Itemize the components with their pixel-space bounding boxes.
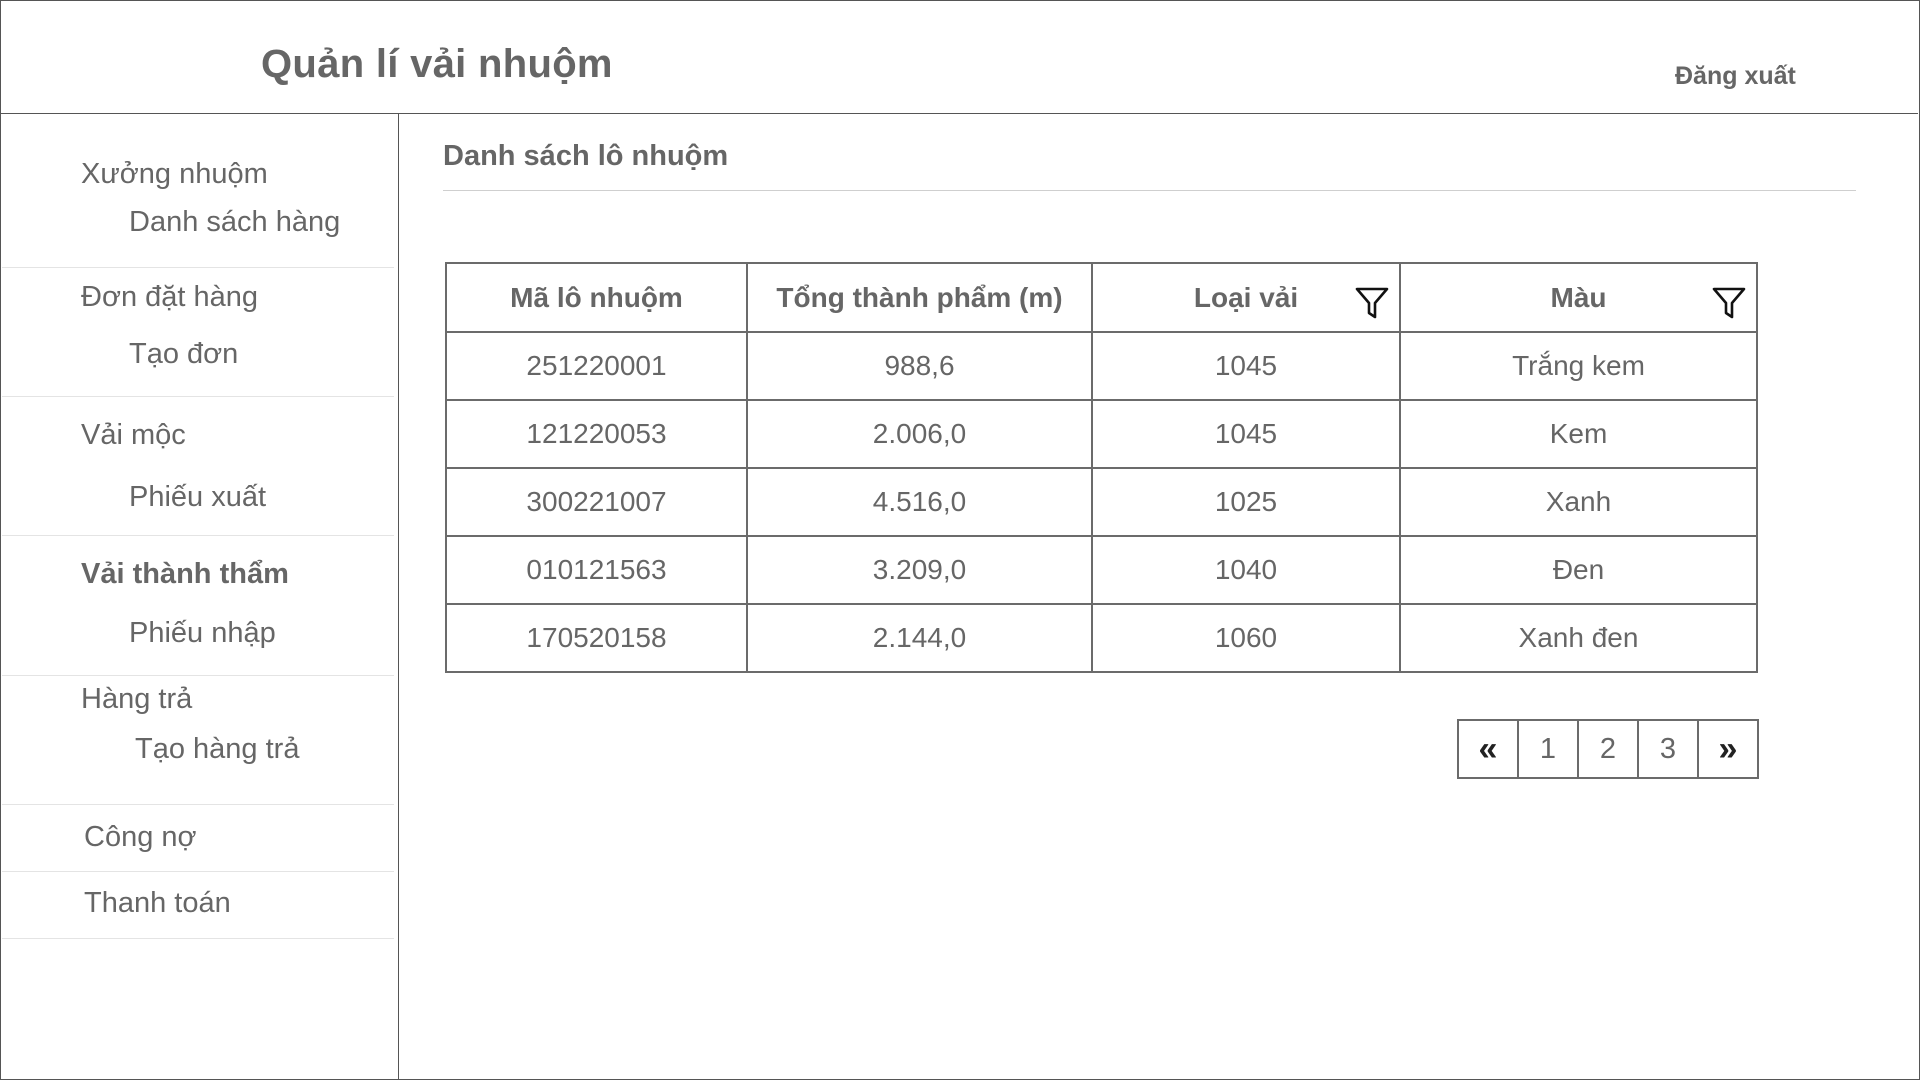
sidebar-subitem-danh-sach-hang[interactable]: Danh sách hàng — [129, 206, 340, 239]
table-row[interactable]: 010121563 3.209,0 1040 Đen — [445, 535, 1758, 605]
cell-ma-lo: 251220001 — [445, 331, 748, 401]
main-content: Danh sách lô nhuộm Mã lô nhuộm Tổng thàn… — [400, 114, 1918, 1080]
sidebar-group-vai-moc: Vải mộc Phiếu xuất — [2, 397, 394, 536]
app-title: Quản lí vải nhuộm — [261, 42, 613, 86]
page-3-button[interactable]: 3 — [1637, 721, 1697, 777]
sidebar-item-thanh-toan[interactable]: Thanh toán — [84, 887, 231, 920]
cell-ma-lo: 010121563 — [445, 535, 748, 605]
sidebar: Xưởng nhuộm Danh sách hàng Đơn đặt hàng … — [0, 114, 399, 1080]
sidebar-item-vai-moc[interactable]: Vải mộc — [81, 419, 186, 452]
column-header-tong-thanh-pham: Tổng thành phẩm (m) — [746, 262, 1093, 333]
table-header-row: Mã lô nhuộm Tổng thành phẩm (m) Loại vải… — [445, 262, 1758, 333]
cell-tong-thanh-pham: 2.006,0 — [746, 399, 1093, 469]
table-row[interactable]: 300221007 4.516,0 1025 Xanh — [445, 467, 1758, 537]
cell-mau: Xanh đen — [1399, 603, 1758, 673]
sidebar-subitem-tao-hang-tra[interactable]: Tạo hàng trả — [135, 733, 299, 766]
cell-loai-vai: 1025 — [1091, 467, 1401, 537]
sidebar-group-hang-tra: Hàng trả Tạo hàng trả — [2, 676, 394, 805]
sidebar-group-xuong-nhuom: Xưởng nhuộm Danh sách hàng — [2, 114, 394, 268]
column-header-ma-lo-nhuom: Mã lô nhuộm — [445, 262, 748, 333]
section-divider — [443, 190, 1856, 191]
cell-loai-vai: 1045 — [1091, 331, 1401, 401]
sidebar-subitem-phieu-nhap[interactable]: Phiếu nhập — [129, 617, 276, 650]
sidebar-group-cong-no: Công nợ — [2, 805, 394, 872]
column-header-label: Màu — [1550, 281, 1607, 313]
cell-tong-thanh-pham: 988,6 — [746, 331, 1093, 401]
cell-mau: Kem — [1399, 399, 1758, 469]
table-row[interactable]: 121220053 2.006,0 1045 Kem — [445, 399, 1758, 469]
logout-link[interactable]: Đăng xuất — [1675, 62, 1796, 91]
cell-tong-thanh-pham: 4.516,0 — [746, 467, 1093, 537]
sidebar-item-hang-tra[interactable]: Hàng trả — [81, 683, 192, 716]
filter-icon[interactable] — [1712, 286, 1746, 320]
cell-ma-lo: 300221007 — [445, 467, 748, 537]
pagination: « 1 2 3 » — [1457, 719, 1759, 779]
sidebar-item-don-dat-hang[interactable]: Đơn đặt hàng — [81, 281, 258, 314]
sidebar-subitem-phieu-xuat[interactable]: Phiếu xuất — [129, 481, 266, 514]
column-header-label: Tổng thành phẩm (m) — [776, 281, 1063, 313]
page-2-button[interactable]: 2 — [1577, 721, 1637, 777]
sidebar-group-vai-thanh-tham: Vải thành thẩm Phiếu nhập — [2, 536, 394, 676]
cell-mau: Đen — [1399, 535, 1758, 605]
cell-mau: Xanh — [1399, 467, 1758, 537]
page-1-button[interactable]: 1 — [1517, 721, 1577, 777]
double-chevron-right-icon: » — [1718, 729, 1738, 768]
prev-page-button[interactable]: « — [1459, 721, 1517, 777]
sidebar-item-xuong-nhuom[interactable]: Xưởng nhuộm — [81, 158, 268, 191]
sidebar-group-don-dat-hang: Đơn đặt hàng Tạo đơn — [2, 268, 394, 397]
next-page-button[interactable]: » — [1697, 721, 1757, 777]
sidebar-item-cong-no[interactable]: Công nợ — [84, 821, 197, 854]
sidebar-group-thanh-toan: Thanh toán — [2, 872, 394, 939]
cell-tong-thanh-pham: 2.144,0 — [746, 603, 1093, 673]
column-header-mau: Màu — [1399, 262, 1758, 333]
filter-icon[interactable] — [1355, 286, 1389, 320]
cell-ma-lo: 121220053 — [445, 399, 748, 469]
table-row[interactable]: 251220001 988,6 1045 Trắng kem — [445, 331, 1758, 401]
sidebar-subitem-tao-don[interactable]: Tạo đơn — [129, 338, 238, 371]
dye-lot-table: Mã lô nhuộm Tổng thành phẩm (m) Loại vải… — [445, 262, 1758, 673]
column-header-loai-vai: Loại vải — [1091, 262, 1401, 333]
cell-tong-thanh-pham: 3.209,0 — [746, 535, 1093, 605]
section-title: Danh sách lô nhuộm — [443, 140, 729, 172]
cell-loai-vai: 1045 — [1091, 399, 1401, 469]
table-row[interactable]: 170520158 2.144,0 1060 Xanh đen — [445, 603, 1758, 673]
column-header-label: Mã lô nhuộm — [510, 281, 683, 313]
column-header-label: Loại vải — [1193, 281, 1299, 313]
cell-loai-vai: 1040 — [1091, 535, 1401, 605]
cell-ma-lo: 170520158 — [445, 603, 748, 673]
cell-loai-vai: 1060 — [1091, 603, 1401, 673]
double-chevron-left-icon: « — [1478, 729, 1498, 768]
app-header: Quản lí vải nhuộm Đăng xuất — [0, 0, 1918, 114]
cell-mau: Trắng kem — [1399, 331, 1758, 401]
sidebar-item-vai-thanh-tham[interactable]: Vải thành thẩm — [81, 558, 289, 591]
